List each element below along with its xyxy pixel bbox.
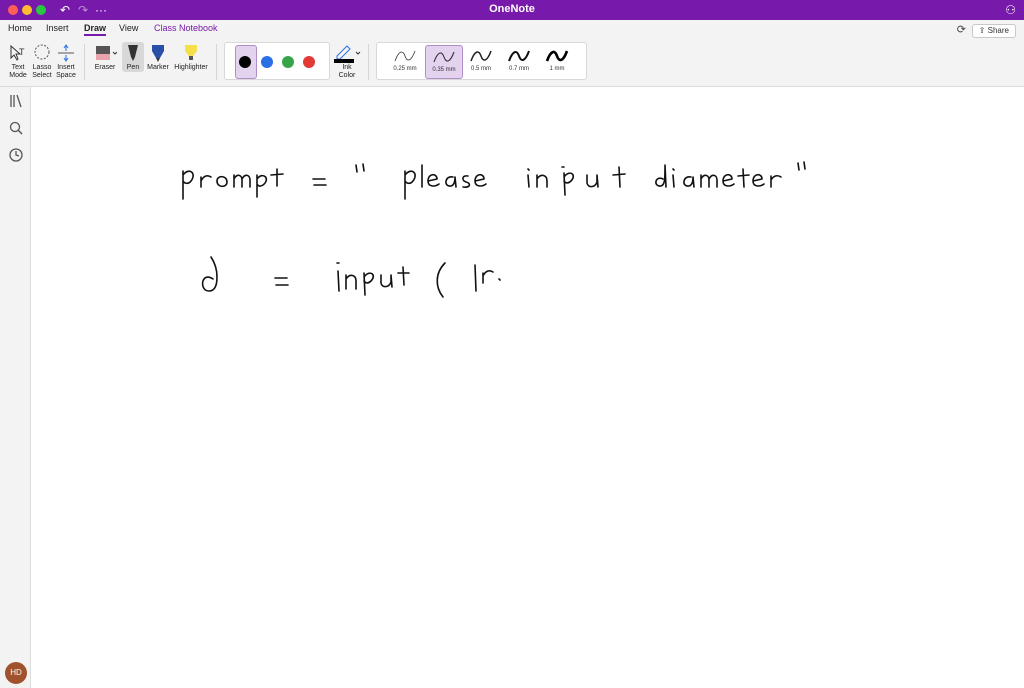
stroke-sample-icon: [470, 50, 492, 62]
ink-drawing: [182, 161, 806, 298]
stroke-sample-icon: [394, 50, 416, 62]
note-canvas[interactable]: [31, 87, 1024, 688]
stroke-sample-icon: [433, 51, 455, 63]
share-button[interactable]: ⇪ Share: [971, 24, 1016, 38]
tab-insert[interactable]: Insert: [46, 23, 69, 33]
text-mode-icon: T: [6, 42, 30, 64]
thickness-07[interactable]: 0.7 mm: [501, 45, 537, 77]
sync-icon[interactable]: ⟳: [957, 23, 966, 36]
color-swatch-blue[interactable]: [261, 56, 273, 68]
thickness-1[interactable]: 1 mm: [539, 45, 575, 77]
text-mode-button[interactable]: T Text Mode: [6, 42, 30, 80]
color-swatch-red[interactable]: [303, 56, 315, 68]
eraser-icon: [90, 42, 120, 64]
draw-ribbon: T Text Mode Lasso Select Insert Space Er…: [0, 38, 1024, 87]
recent-icon[interactable]: [8, 147, 24, 163]
marker-icon: [146, 42, 170, 64]
stroke-thickness-panel: 0.25 mm 0.35 mm 0.5 mm 0.7 mm 1 mm: [376, 42, 587, 80]
navigation-sidebar: HD: [0, 87, 31, 688]
pen-icon: [122, 42, 144, 64]
tab-view[interactable]: View: [119, 23, 138, 33]
stroke-sample-icon: [508, 50, 530, 62]
tab-home[interactable]: Home: [8, 23, 32, 33]
thickness-025[interactable]: 0.25 mm: [387, 45, 423, 77]
insert-space-button[interactable]: Insert Space: [54, 42, 78, 80]
thickness-035[interactable]: 0.35 mm: [425, 45, 463, 79]
highlighter-button[interactable]: Highlighter: [172, 42, 210, 72]
color-swatch-green[interactable]: [282, 56, 294, 68]
share-label: Share: [987, 26, 1009, 35]
account-icon[interactable]: ⚇: [1005, 2, 1016, 18]
marker-button[interactable]: Marker: [146, 42, 170, 72]
title-bar: ↶ ↷ ··· OneNote ⚇: [0, 0, 1024, 20]
lasso-icon: [30, 42, 54, 64]
avatar[interactable]: HD: [5, 662, 27, 684]
tab-draw[interactable]: Draw: [84, 23, 107, 36]
share-icon: ⇪: [978, 26, 988, 35]
tab-class-notebook[interactable]: Class Notebook: [154, 23, 218, 33]
app-title: OneNote: [489, 3, 535, 15]
eraser-button[interactable]: Eraser: [90, 42, 120, 72]
svg-text:T: T: [19, 47, 25, 57]
lasso-select-button[interactable]: Lasso Select: [30, 42, 54, 80]
thickness-05[interactable]: 0.5 mm: [463, 45, 499, 77]
pen-button[interactable]: Pen: [122, 42, 144, 72]
pen-color-palette: [224, 42, 330, 80]
ribbon-tabs: Home Insert Draw View Class Notebook: [0, 20, 1024, 38]
ink-color-icon: [332, 42, 362, 64]
highlighter-icon: [172, 42, 210, 64]
notebooks-icon[interactable]: [8, 93, 24, 109]
ink-color-button[interactable]: Ink Color: [332, 42, 362, 80]
insert-space-icon: [54, 42, 78, 64]
color-swatch-black[interactable]: [239, 56, 251, 68]
search-icon[interactable]: [8, 120, 24, 136]
stroke-sample-icon: [545, 50, 569, 62]
